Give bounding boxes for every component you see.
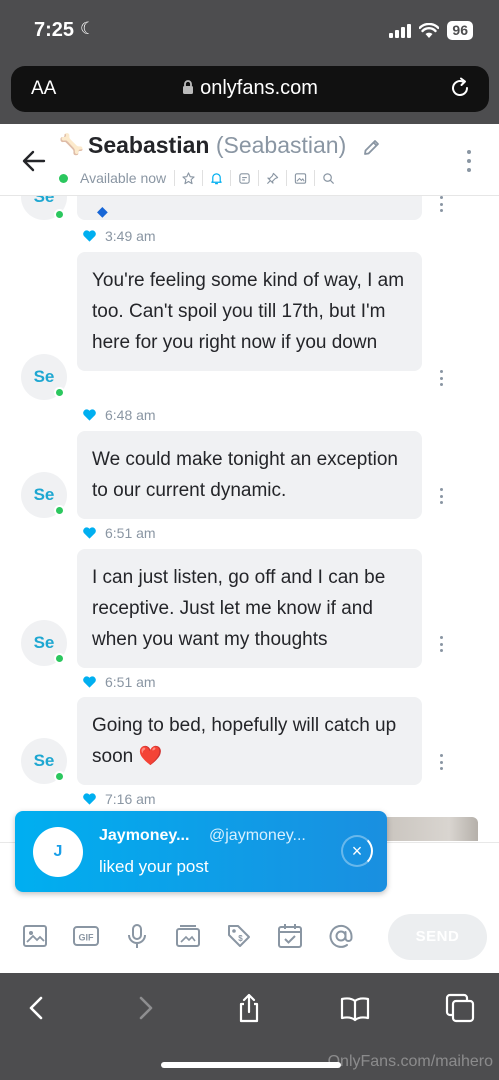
message-bubble[interactable]: ◆ (77, 196, 422, 220)
vault-media-icon[interactable] (175, 923, 201, 949)
message-meta: 6:51 am (82, 525, 156, 541)
battery-level: 96 (447, 21, 473, 40)
message-text: I can just listen, go off and I can be r… (92, 567, 386, 650)
message-time: 7:16 am (105, 791, 156, 807)
reload-icon[interactable] (449, 77, 471, 99)
message-bubble[interactable]: You're feeling some kind of way, I am to… (77, 252, 422, 371)
bone-emoji-icon: 🦴 (59, 134, 84, 156)
notification-bell-icon[interactable] (202, 170, 230, 186)
sender-avatar[interactable]: Se (21, 472, 67, 518)
schedule-calendar-icon[interactable] (277, 923, 303, 949)
online-indicator (54, 209, 65, 220)
sender-avatar[interactable]: Se (21, 354, 67, 400)
svg-text:GIF: GIF (79, 933, 95, 943)
heart-emoji-icon: ◆ (97, 203, 108, 219)
search-icon[interactable] (314, 170, 342, 186)
message-options-icon[interactable] (440, 754, 444, 770)
message-meta: 6:48 am (82, 407, 156, 423)
availability-text: Available now (80, 170, 167, 186)
avatar-initials: Se (33, 367, 55, 386)
liked-heart-icon[interactable] (82, 675, 97, 689)
user-nickname: (Seabastian) (215, 132, 347, 158)
url-domain: onlyfans.com (200, 77, 318, 99)
message-text: Going to bed, hopefully will catch up so… (92, 715, 397, 767)
cellular-signal-icon (389, 23, 412, 38)
message-bubble[interactable]: We could make tonight an exception to ou… (77, 431, 422, 519)
like-notification-toast[interactable]: J Jaymoney... @jaymoney... liked your po… (15, 811, 387, 892)
message-options-icon[interactable] (440, 370, 444, 386)
bookmarks-icon[interactable] (340, 993, 370, 1023)
edit-pencil-icon[interactable] (362, 137, 382, 157)
favorite-star-icon[interactable] (174, 170, 202, 186)
gallery-icon[interactable] (286, 170, 314, 186)
message-options-icon[interactable] (440, 636, 444, 652)
message-list[interactable]: Se ◆ 3:49 am Se You're feeling some kind… (0, 196, 499, 836)
home-indicator (161, 1062, 341, 1068)
avatar-initials: Se (33, 485, 55, 504)
message-bubble[interactable]: I can just listen, go off and I can be r… (77, 549, 422, 668)
message-meta: 7:16 am (82, 791, 156, 807)
image-upload-icon[interactable] (22, 923, 48, 949)
browser-back-icon[interactable] (22, 993, 52, 1023)
notification-text: liked your post (99, 857, 209, 876)
price-tag-icon[interactable]: $ (226, 923, 252, 949)
browser-top-chrome: 7:25 ☾ 96 AA onlyfans.com (0, 0, 499, 124)
mention-at-icon[interactable] (328, 923, 354, 949)
send-button[interactable]: SEND (388, 914, 487, 960)
share-icon[interactable] (234, 993, 264, 1023)
chat-header-actions (174, 170, 342, 186)
message-options-icon[interactable] (440, 488, 444, 504)
address-bar[interactable]: AA onlyfans.com (11, 66, 489, 112)
gif-icon[interactable]: GIF (73, 923, 99, 949)
svg-text:$: $ (238, 934, 243, 943)
online-indicator (59, 173, 68, 183)
message-time: 6:51 am (105, 674, 156, 690)
browser-forward-icon[interactable] (130, 993, 160, 1023)
chat-user-name[interactable]: Seabastian (Seabastian) (88, 132, 346, 159)
wifi-icon (419, 22, 440, 38)
avatar-initials: Se (33, 633, 55, 652)
chat-header: 🦴 Seabastian (Seabastian) Available now (0, 124, 499, 196)
message-meta: 3:49 am (82, 228, 156, 244)
status-indicators: 96 (389, 21, 473, 40)
sender-avatar[interactable]: Se (21, 620, 67, 666)
status-time: 7:25 (34, 19, 75, 41)
notification-avatar: J (33, 827, 83, 877)
liked-heart-icon[interactable] (82, 526, 97, 540)
message-meta: 6:51 am (82, 674, 156, 690)
sender-avatar[interactable]: Se (21, 738, 67, 784)
avatar-initials: Se (33, 751, 55, 770)
notes-icon[interactable] (230, 170, 258, 186)
message-text: We could make tonight an exception to ou… (92, 449, 398, 501)
back-arrow-icon[interactable] (22, 149, 46, 173)
tabs-icon[interactable] (445, 993, 475, 1023)
liked-heart-icon[interactable] (82, 229, 97, 243)
close-notification-button[interactable]: × (341, 835, 373, 867)
watermark-text: OnlyFans.com/maihero (327, 1053, 493, 1070)
moon-icon: ☾ (80, 19, 96, 38)
media-thumbnail[interactable] (382, 817, 478, 841)
liked-heart-icon[interactable] (82, 408, 97, 422)
more-options-icon[interactable] (467, 150, 473, 172)
user-display-name: Seabastian (88, 132, 210, 158)
status-row: Available now (59, 170, 342, 186)
notification-user-name[interactable]: Jaymoney... (99, 827, 189, 845)
message-text: You're feeling some kind of way, I am to… (92, 270, 405, 353)
pin-icon[interactable] (258, 170, 286, 186)
message-time: 6:51 am (105, 525, 156, 541)
liked-heart-icon[interactable] (82, 792, 97, 806)
message-bubble[interactable]: Going to bed, hopefully will catch up so… (77, 697, 422, 785)
notification-user-handle[interactable]: @jaymoney... (209, 827, 306, 845)
message-time: 6:48 am (105, 407, 156, 423)
message-options-icon[interactable] (440, 196, 444, 212)
message-time: 3:49 am (105, 228, 156, 244)
url-display[interactable]: onlyfans.com (11, 77, 489, 100)
lock-icon (183, 80, 194, 94)
microphone-icon[interactable] (124, 923, 150, 949)
